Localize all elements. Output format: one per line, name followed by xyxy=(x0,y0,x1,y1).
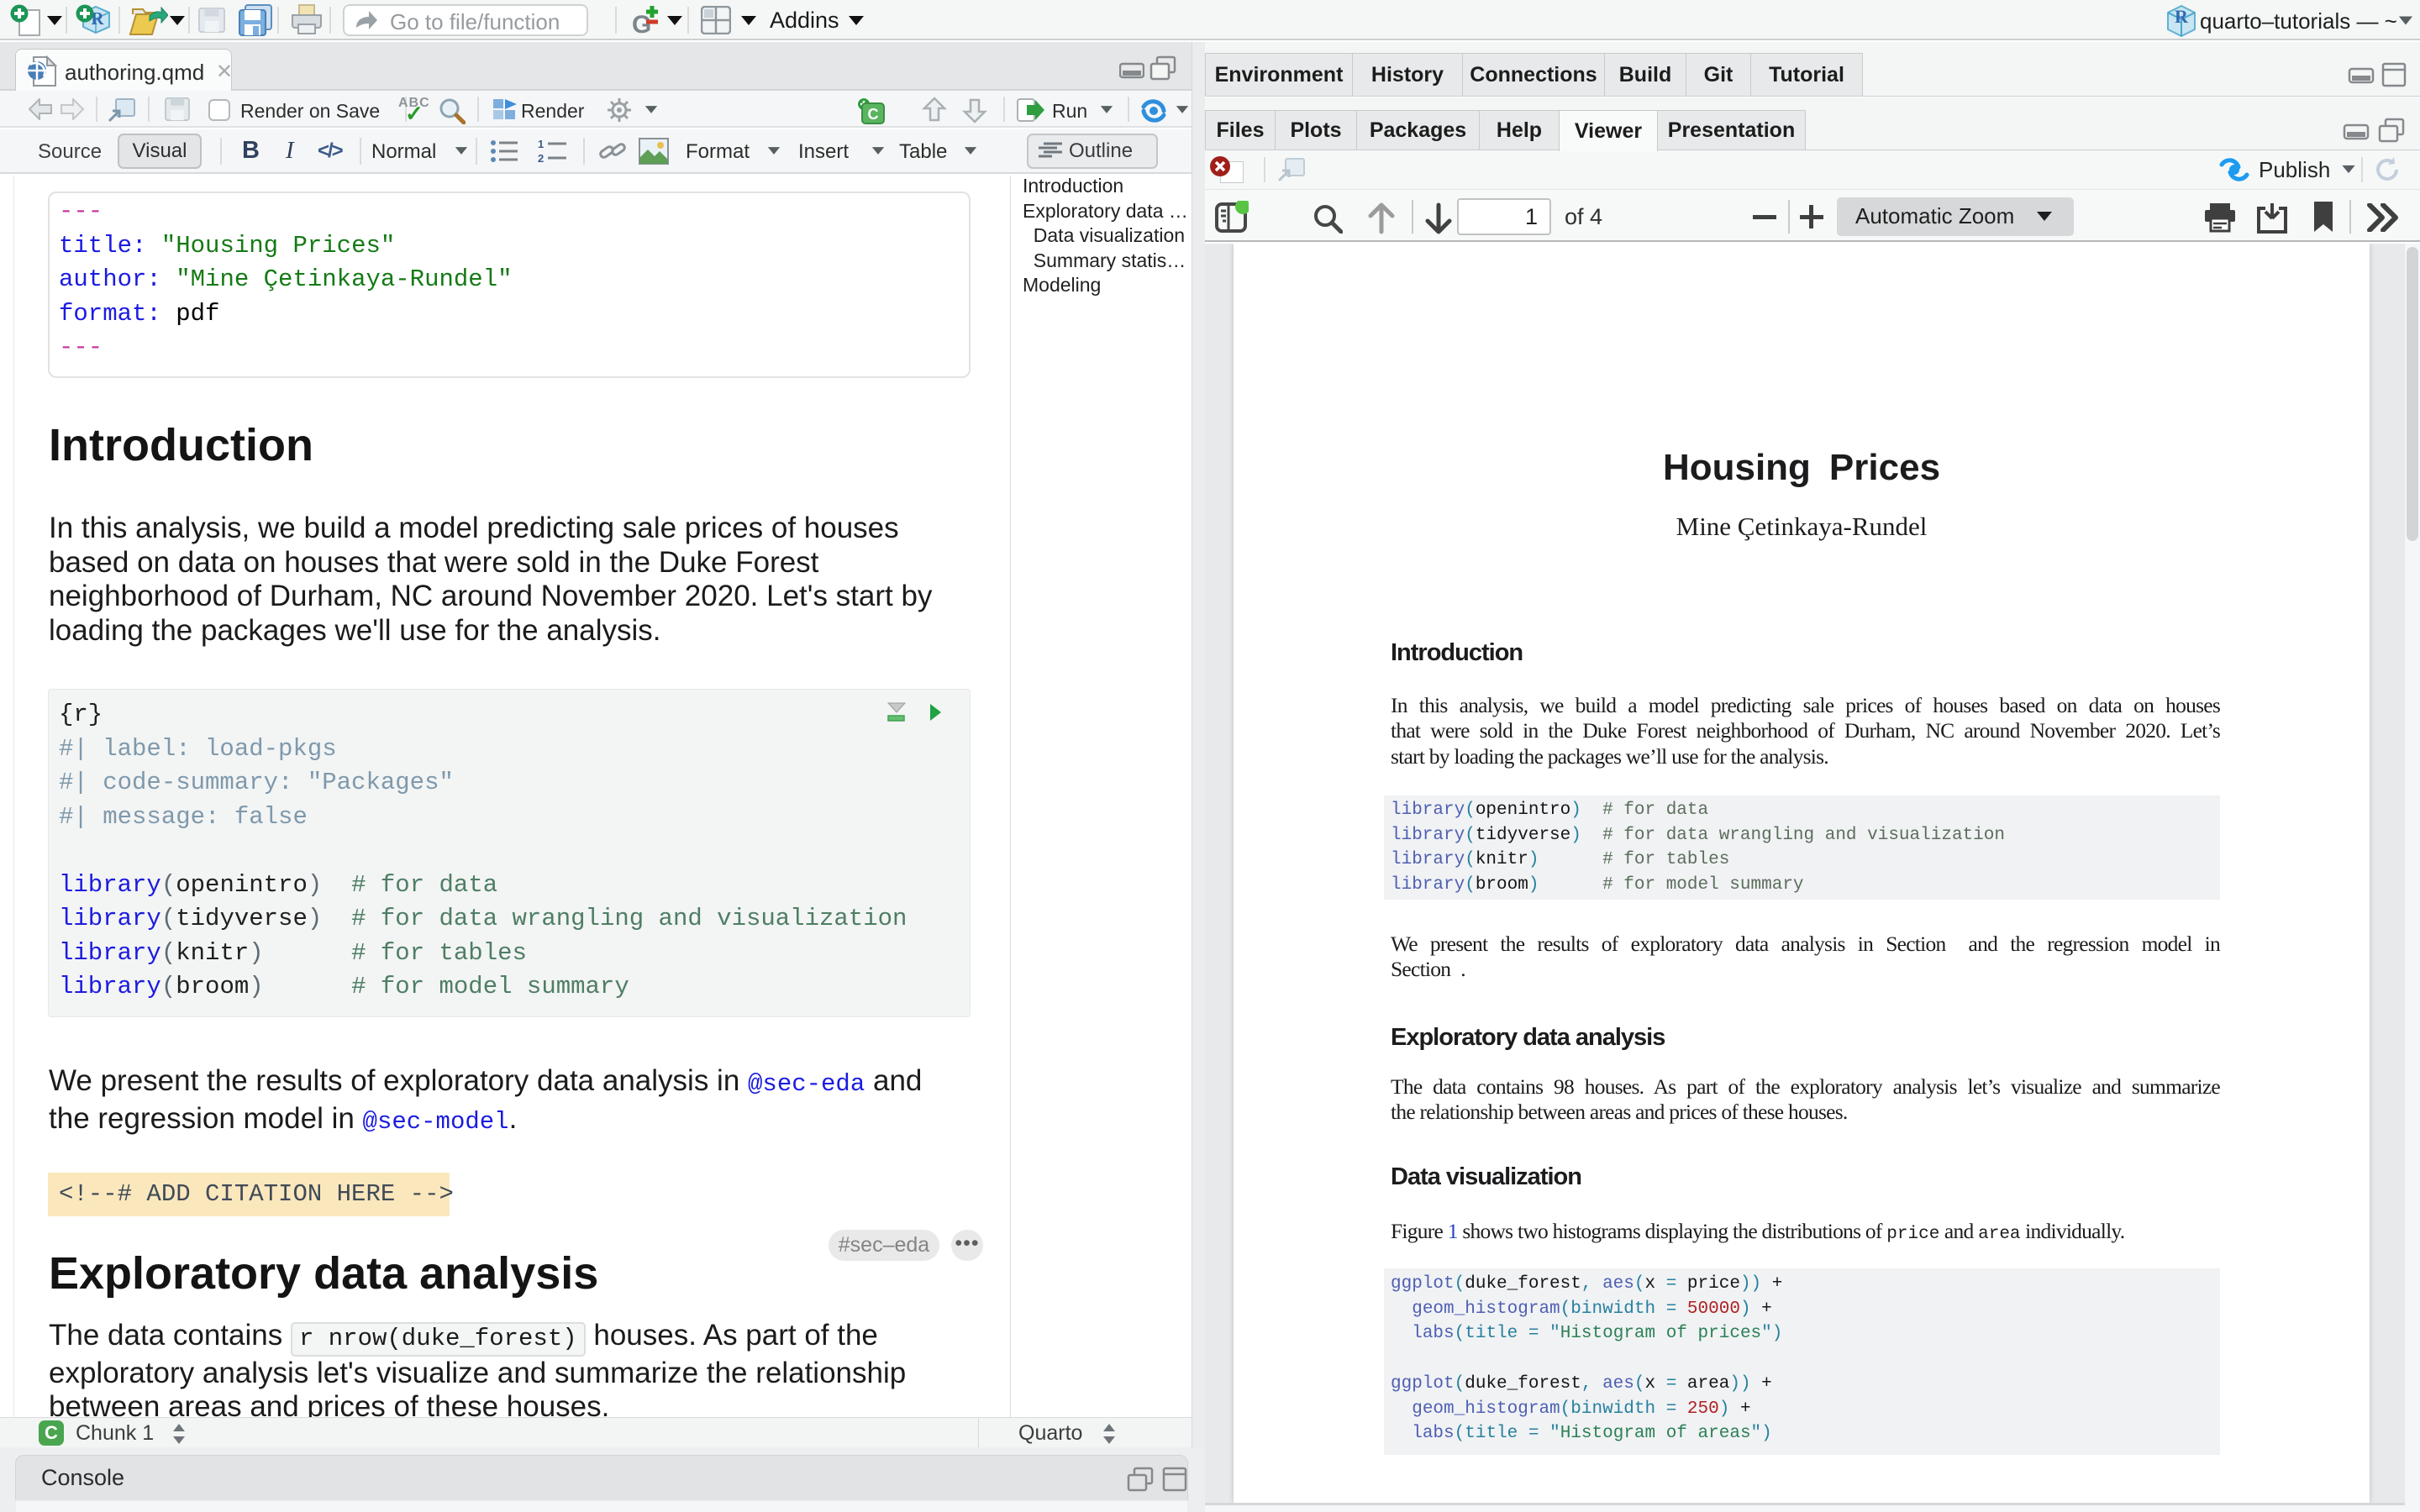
svg-text:1: 1 xyxy=(538,139,544,150)
svg-text:2: 2 xyxy=(538,152,544,163)
svg-text:C: C xyxy=(868,106,879,123)
svg-text:R: R xyxy=(2175,6,2189,27)
